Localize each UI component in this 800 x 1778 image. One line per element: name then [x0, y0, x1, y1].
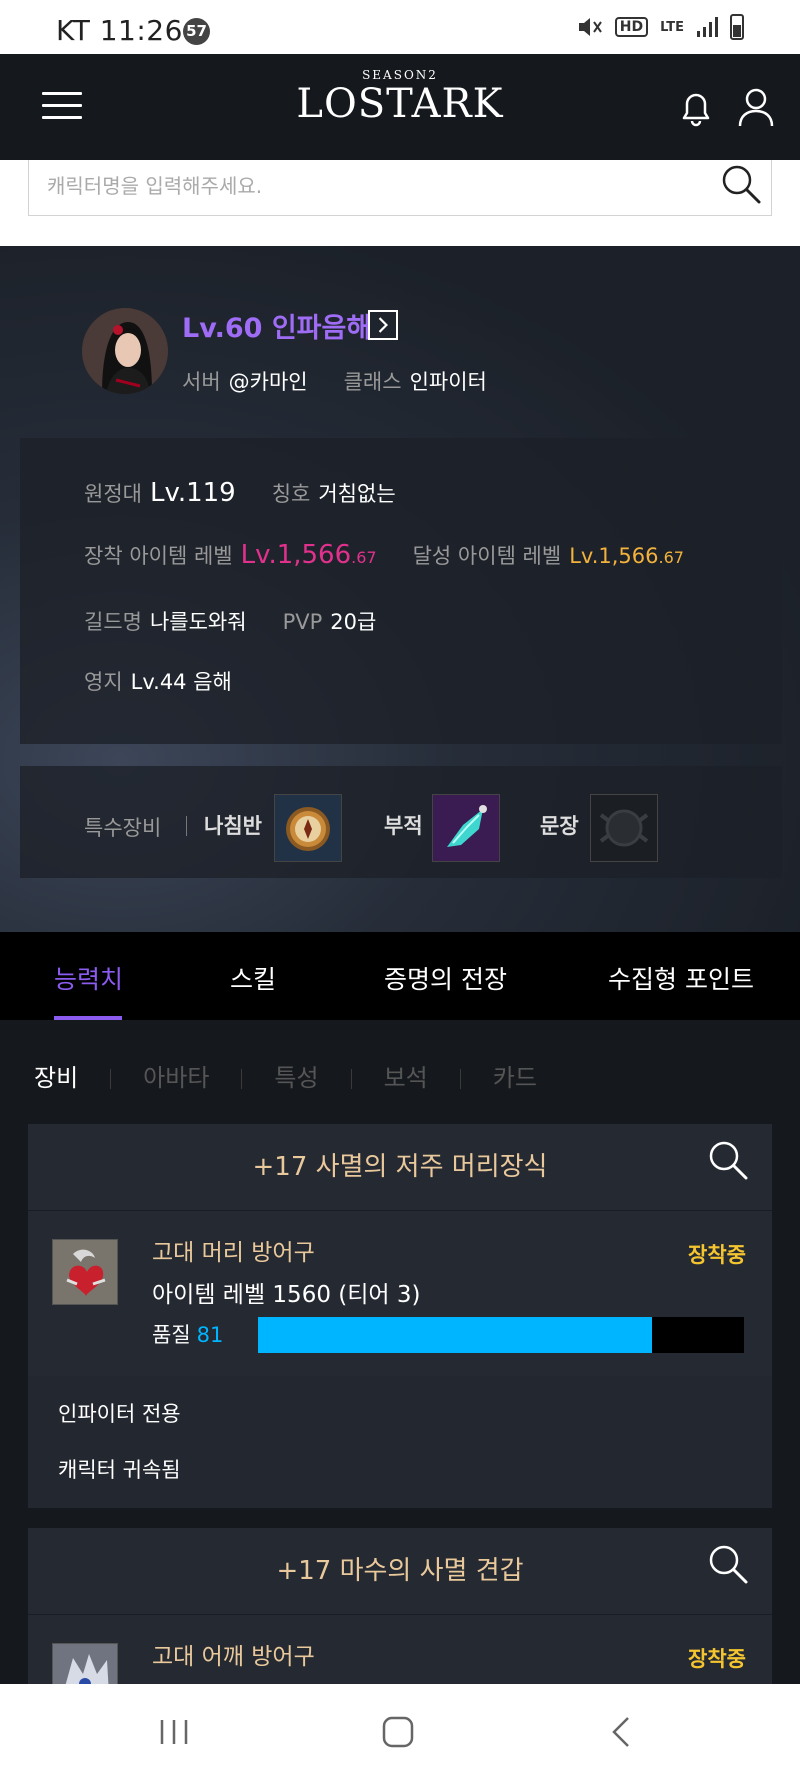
quality-bar-fill: [258, 1317, 652, 1353]
item-title: +17 사멸의 저주 머리장식: [252, 1152, 548, 1182]
search-icon[interactable]: [706, 1542, 750, 1586]
character-search-input[interactable]: [47, 168, 687, 204]
quality-bar: [258, 1317, 744, 1353]
logo-season: SEASON2: [362, 68, 438, 82]
class-label: 클래스: [343, 370, 402, 394]
subtab-equipment[interactable]: 장비: [34, 1058, 78, 1093]
search-icon[interactable]: [719, 162, 763, 206]
compass-icon[interactable]: [274, 794, 342, 862]
character-profile: Lv.60 인파음해 서버 @카마인 클래스 인파이터 원정대 Lv.119 칭호 거침없는…: [0, 246, 800, 932]
server-value: @카마인: [228, 370, 308, 394]
equip-level-decimal: .67: [351, 548, 377, 567]
page: KT 11:26 57 HD LTE SEASON2 LOSTARK 캐릭터명을…: [0, 0, 800, 1778]
stats-panel: 원정대 Lv.119 칭호 거침없는 장착 아이템 레벨 Lv.1,566.67 달성 아…: [20, 438, 782, 744]
subtab-gems[interactable]: 보석: [384, 1058, 428, 1093]
notification-badge: 57: [183, 18, 210, 45]
lostark-logo[interactable]: SEASON2 LOSTARK: [290, 68, 510, 126]
bell-icon[interactable]: [676, 88, 716, 128]
shoulder-armor-icon: [52, 1643, 118, 1684]
amulet-icon[interactable]: [432, 794, 500, 862]
quality-label: 품질 81: [152, 1319, 223, 1349]
special-equipment-label: 특수장비: [84, 816, 162, 840]
item-title: +17 마수의 사멸 견갑: [276, 1556, 524, 1586]
equipment-content: 장비 아바타 특성 보석 카드 +17 사멸의 저주 머리장식 고대 머리 방어…: [0, 1020, 800, 1684]
app-header: SEASON2 LOSTARK: [0, 54, 800, 160]
achieved-level-value: Lv.1,566: [569, 544, 659, 568]
item-detail: 고대 어깨 방어구 장착중: [28, 1615, 772, 1684]
character-name: Lv.60 인파음해: [182, 313, 372, 344]
user-icon[interactable]: [736, 86, 776, 128]
tab-skills[interactable]: 스킬: [230, 960, 276, 996]
subtab-avatar[interactable]: 아바타: [143, 1058, 209, 1093]
search-box: [28, 160, 772, 216]
subtab-engravings[interactable]: 특성: [274, 1058, 318, 1093]
emblem-label: 문장: [540, 814, 579, 838]
equipment-card: +17 사멸의 저주 머리장식 고대 머리 방어구 아이템 레벨 1560 (티…: [28, 1124, 772, 1508]
achieved-level-decimal: .67: [658, 548, 684, 567]
equipped-badge: 장착중: [688, 1647, 746, 1671]
guild-value: 나를도와줘: [149, 610, 247, 634]
equipment-card: +17 마수의 사멸 견갑 고대 어깨 방어구 장착중: [28, 1528, 772, 1684]
equip-level-value: Lv.1,566: [240, 540, 352, 570]
stat-row-item-level: 장착 아이템 레벨 Lv.1,566.67 달성 아이템 레벨 Lv.1,566.67: [84, 540, 684, 570]
item-type: 고대 머리 방어구: [152, 1240, 315, 1266]
item-notes: 인파이터 전용 캐릭터 귀속됨: [28, 1376, 772, 1508]
android-nav-bar: [0, 1684, 800, 1778]
tab-proving-grounds[interactable]: 증명의 전장: [384, 960, 507, 996]
chevron-right-icon[interactable]: [368, 310, 398, 340]
guild-label: 길드명: [84, 610, 142, 634]
sub-tabs: 장비 아바타 특성 보석 카드: [34, 1058, 537, 1093]
hd-icon: HD: [614, 17, 649, 37]
emblem-icon[interactable]: [590, 794, 658, 862]
title-label: 칭호: [271, 482, 311, 506]
subtab-cards[interactable]: 카드: [493, 1058, 537, 1093]
compass-label: 나침반: [204, 814, 262, 838]
divider: [186, 816, 187, 836]
carrier-time: KT 11:26: [56, 14, 183, 47]
signal-icon: [697, 17, 718, 37]
title-value: 거침없는: [318, 482, 396, 506]
helmet-icon: [52, 1239, 118, 1305]
estate-value: Lv.44 음해: [130, 670, 232, 694]
pvp-label: PVP: [282, 610, 323, 634]
equip-level-label: 장착 아이템 레벨: [84, 544, 233, 568]
main-tabs: 능력치 스킬 증명의 전장 수집형 포인트: [0, 932, 800, 1020]
stat-row-estate: 영지 Lv.44 음해: [84, 666, 232, 696]
lte-icon: LTE: [660, 19, 684, 35]
item-detail: 고대 머리 방어구 아이템 레벨 1560 (티어 3) 품질 81 장착중: [28, 1211, 772, 1376]
battery-icon: [730, 14, 744, 40]
mute-icon: [578, 18, 602, 36]
stat-row-guild: 길드명 나를도와줘 PVP 20급: [84, 606, 376, 636]
bind-note: 캐릭터 귀속됨: [58, 1458, 181, 1482]
tab-collectibles[interactable]: 수집형 포인트: [608, 960, 754, 996]
system-icons: HD LTE: [577, 14, 744, 40]
estate-label: 영지: [84, 670, 123, 694]
expedition-value: Lv.119: [149, 478, 236, 508]
item-type: 고대 어깨 방어구: [152, 1644, 315, 1670]
search-area: [0, 160, 800, 246]
back-icon[interactable]: [602, 1712, 642, 1752]
achieved-level-label: 달성 아이템 레벨: [412, 544, 562, 568]
expedition-label: 원정대: [84, 482, 142, 506]
logo-name: LOSTARK: [296, 81, 504, 127]
status-bar: KT 11:26 57 HD LTE: [0, 0, 800, 54]
equipped-badge: 장착중: [688, 1243, 746, 1267]
class-value: 인파이터: [409, 370, 487, 394]
stat-row-expedition: 원정대 Lv.119 칭호 거침없는: [84, 478, 396, 508]
character-avatar: [82, 308, 168, 394]
quality-value: 81: [196, 1323, 224, 1347]
class-restriction-note: 인파이터 전용: [58, 1402, 181, 1426]
amulet-label: 부적: [384, 814, 423, 838]
item-level: 아이템 레벨 1560 (티어 3): [152, 1282, 421, 1308]
tab-stats[interactable]: 능력치: [54, 960, 123, 996]
special-equipment-panel: 특수장비 나침반 부적 문장: [20, 766, 782, 878]
home-icon[interactable]: [378, 1712, 418, 1752]
menu-icon[interactable]: [42, 92, 82, 122]
server-label: 서버: [182, 370, 221, 394]
search-icon[interactable]: [706, 1138, 750, 1182]
pvp-value: 20급: [330, 610, 377, 634]
recent-apps-icon[interactable]: [154, 1712, 194, 1752]
quality-text: 품질: [152, 1323, 191, 1347]
profile-meta: 서버 @카마인 클래스 인파이터: [182, 366, 487, 396]
